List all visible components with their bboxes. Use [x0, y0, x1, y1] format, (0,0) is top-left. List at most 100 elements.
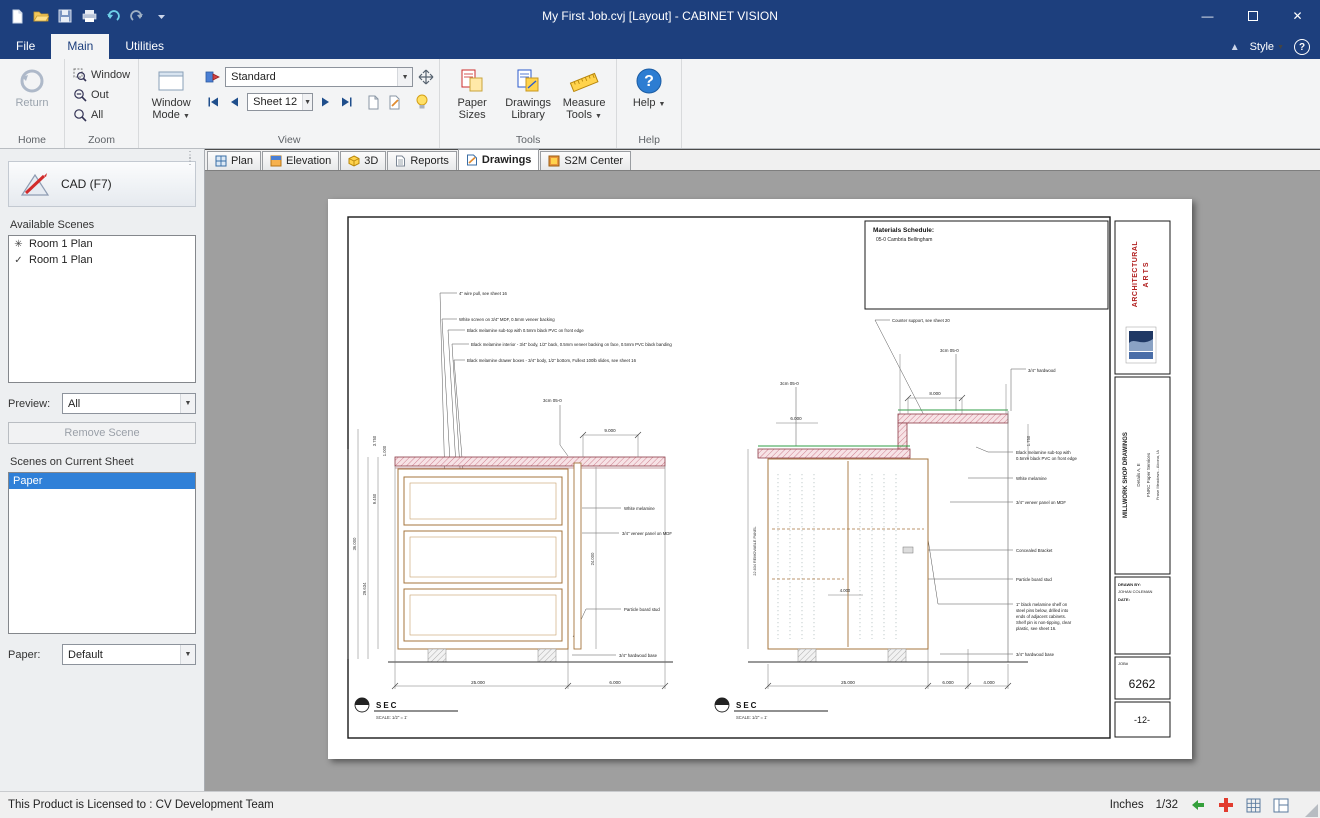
window-mode-button[interactable]: Window Mode ▼	[143, 62, 199, 133]
style-dropdown[interactable]: Style▼	[1250, 41, 1284, 53]
pan-back-icon[interactable]	[1190, 797, 1206, 813]
drawings-library-button[interactable]: Drawings Library	[500, 62, 556, 133]
grid-toggle-icon[interactable]	[1246, 798, 1261, 813]
client-name: FNRC Paper Services	[1146, 452, 1151, 497]
print-icon[interactable]	[80, 7, 98, 25]
collapse-ribbon-icon[interactable]: ▲	[1230, 42, 1240, 53]
close-button[interactable]: ✕	[1275, 0, 1320, 32]
chevron-down-icon: ▼	[595, 113, 602, 120]
dimension: 4.000	[840, 588, 851, 593]
annotation: White melamine	[624, 506, 655, 511]
dimension: 36.000	[352, 537, 357, 550]
scene-style-icon	[205, 69, 221, 85]
tab-3d[interactable]: 3D	[340, 151, 386, 170]
ribbon-group-view: Window Mode ▼ Standard ▼ Sheet 12	[139, 59, 440, 148]
annotation: Particle board stud	[624, 607, 660, 612]
paper-sizes-button[interactable]: Paper Sizes	[444, 62, 500, 133]
help-icon[interactable]: ?	[1294, 39, 1310, 55]
drawing-paper[interactable]: Materials Schedule: 05-0 Cambria Belling…	[328, 199, 1192, 759]
measure-tools-button[interactable]: Measure Tools ▼	[556, 62, 612, 133]
new-sheet-icon[interactable]	[365, 94, 382, 111]
dimension: 1.750	[1026, 435, 1031, 446]
zoom-all-button[interactable]: All	[69, 106, 134, 123]
new-document-icon[interactable]	[8, 7, 26, 25]
help-button[interactable]: ? Help ▼	[621, 62, 677, 133]
chevron-down-icon: ▼	[183, 113, 190, 120]
customize-qat-icon[interactable]	[152, 7, 170, 25]
last-sheet-button[interactable]	[338, 94, 355, 111]
drawn-by-label: DRAWN BY:	[1118, 582, 1141, 587]
lightbulb-icon[interactable]	[413, 94, 430, 111]
pan-arrows-icon[interactable]	[417, 69, 435, 85]
units-indicator[interactable]: Inches	[1110, 799, 1144, 811]
drawings-icon	[466, 154, 478, 166]
preview-combo[interactable]: All ▼	[62, 393, 196, 414]
stone-callout: 3cm 05-0	[940, 348, 959, 353]
panel-splitter-handle[interactable]: ⋮⋮	[185, 153, 196, 165]
first-sheet-button[interactable]	[205, 94, 222, 111]
group-label-view: View	[143, 133, 435, 148]
annotation: Black melamine interior - 3/4" body, 1/2…	[471, 342, 672, 347]
sheet-combo[interactable]: Sheet 12 ▼	[247, 93, 313, 111]
previous-sheet-button[interactable]	[226, 94, 243, 111]
tab-plan[interactable]: Plan	[207, 151, 261, 170]
drawing-sheet: Materials Schedule: 05-0 Cambria Belling…	[328, 199, 1192, 759]
layout-panels-icon[interactable]	[1273, 798, 1289, 813]
scene-list-item[interactable]: ✳ Room 1 Plan	[9, 236, 195, 252]
annotation: 1" black melamine shelf on	[1016, 602, 1068, 607]
drawings-library-icon	[514, 65, 542, 97]
available-scenes-label: Available Scenes	[10, 219, 194, 231]
edit-sheet-icon[interactable]	[386, 94, 403, 111]
tab-file[interactable]: File	[0, 34, 51, 59]
remove-scene-button[interactable]: Remove Scene	[8, 422, 196, 444]
undo-icon[interactable]	[104, 7, 122, 25]
cad-sidebar: ⋮⋮ CAD (F7) Available Scenes ✳ Room 1 Pl…	[0, 149, 205, 791]
return-button[interactable]: Return	[4, 62, 60, 133]
chevron-down-icon: ▼	[180, 394, 195, 413]
sheet-scenes-list[interactable]: Paper	[8, 472, 196, 634]
redo-icon[interactable]	[128, 7, 146, 25]
dimension: 25.000	[471, 680, 485, 685]
dimension: 4.000	[983, 680, 995, 685]
available-scenes-list[interactable]: ✳ Room 1 Plan ✓ Room 1 Plan	[8, 235, 196, 383]
cube-3d-icon	[348, 155, 360, 167]
next-sheet-button[interactable]	[317, 94, 334, 111]
resize-grip[interactable]	[1305, 804, 1318, 817]
style-combo[interactable]: Standard ▼	[225, 67, 413, 87]
annotation: White screen on 3/4" MDF, 0.5mm veneer b…	[459, 317, 555, 322]
annotation: Black melamine sub-top with 0.5mm black …	[467, 328, 584, 333]
tab-elevation[interactable]: Elevation	[262, 151, 339, 170]
tab-drawings[interactable]: Drawings	[458, 149, 540, 170]
end-panel	[574, 463, 581, 649]
save-icon[interactable]	[56, 7, 74, 25]
zoom-window-button[interactable]: Window	[69, 66, 134, 83]
cad-mode-button[interactable]: CAD (F7)	[8, 161, 196, 207]
style-label: Style	[1250, 41, 1274, 53]
maximize-button[interactable]	[1230, 0, 1275, 32]
countertop-lower	[758, 449, 910, 458]
annotation: 3/4" veneer panel on MDF	[1016, 500, 1066, 505]
group-label-home: Home	[4, 133, 60, 148]
tab-reports[interactable]: Reports	[387, 151, 457, 170]
project-title: MILLWORK SHOP DRAWINGS	[1123, 432, 1129, 518]
tab-main[interactable]: Main	[51, 34, 109, 59]
sheet-scene-item-paper[interactable]: Paper	[9, 473, 195, 489]
open-file-icon[interactable]	[32, 7, 50, 25]
ribbon-group-help: ? Help ▼ Help	[617, 59, 682, 148]
window-controls: — ✕	[1185, 0, 1320, 32]
countertop-upper	[898, 414, 1008, 423]
crosshair-icon[interactable]	[1218, 797, 1234, 813]
plan-icon	[215, 155, 227, 167]
snap-scale-indicator[interactable]: 1/32	[1156, 799, 1178, 811]
tab-utilities[interactable]: Utilities	[109, 34, 180, 59]
tab-s2m-center[interactable]: S2M Center	[540, 151, 631, 170]
zoom-out-button[interactable]: Out	[69, 86, 134, 103]
scene-check-icon: ✓	[13, 255, 24, 266]
layout-canvas[interactable]: Materials Schedule: 05-0 Cambria Belling…	[205, 170, 1320, 791]
minimize-button[interactable]: —	[1185, 0, 1230, 32]
reports-icon	[395, 155, 406, 167]
annotation: Black melamine sub-top with	[1016, 450, 1071, 455]
paper-combo[interactable]: Default ▼	[62, 644, 196, 665]
scene-list-item[interactable]: ✓ Room 1 Plan	[9, 252, 195, 268]
elevation-icon	[270, 155, 282, 167]
